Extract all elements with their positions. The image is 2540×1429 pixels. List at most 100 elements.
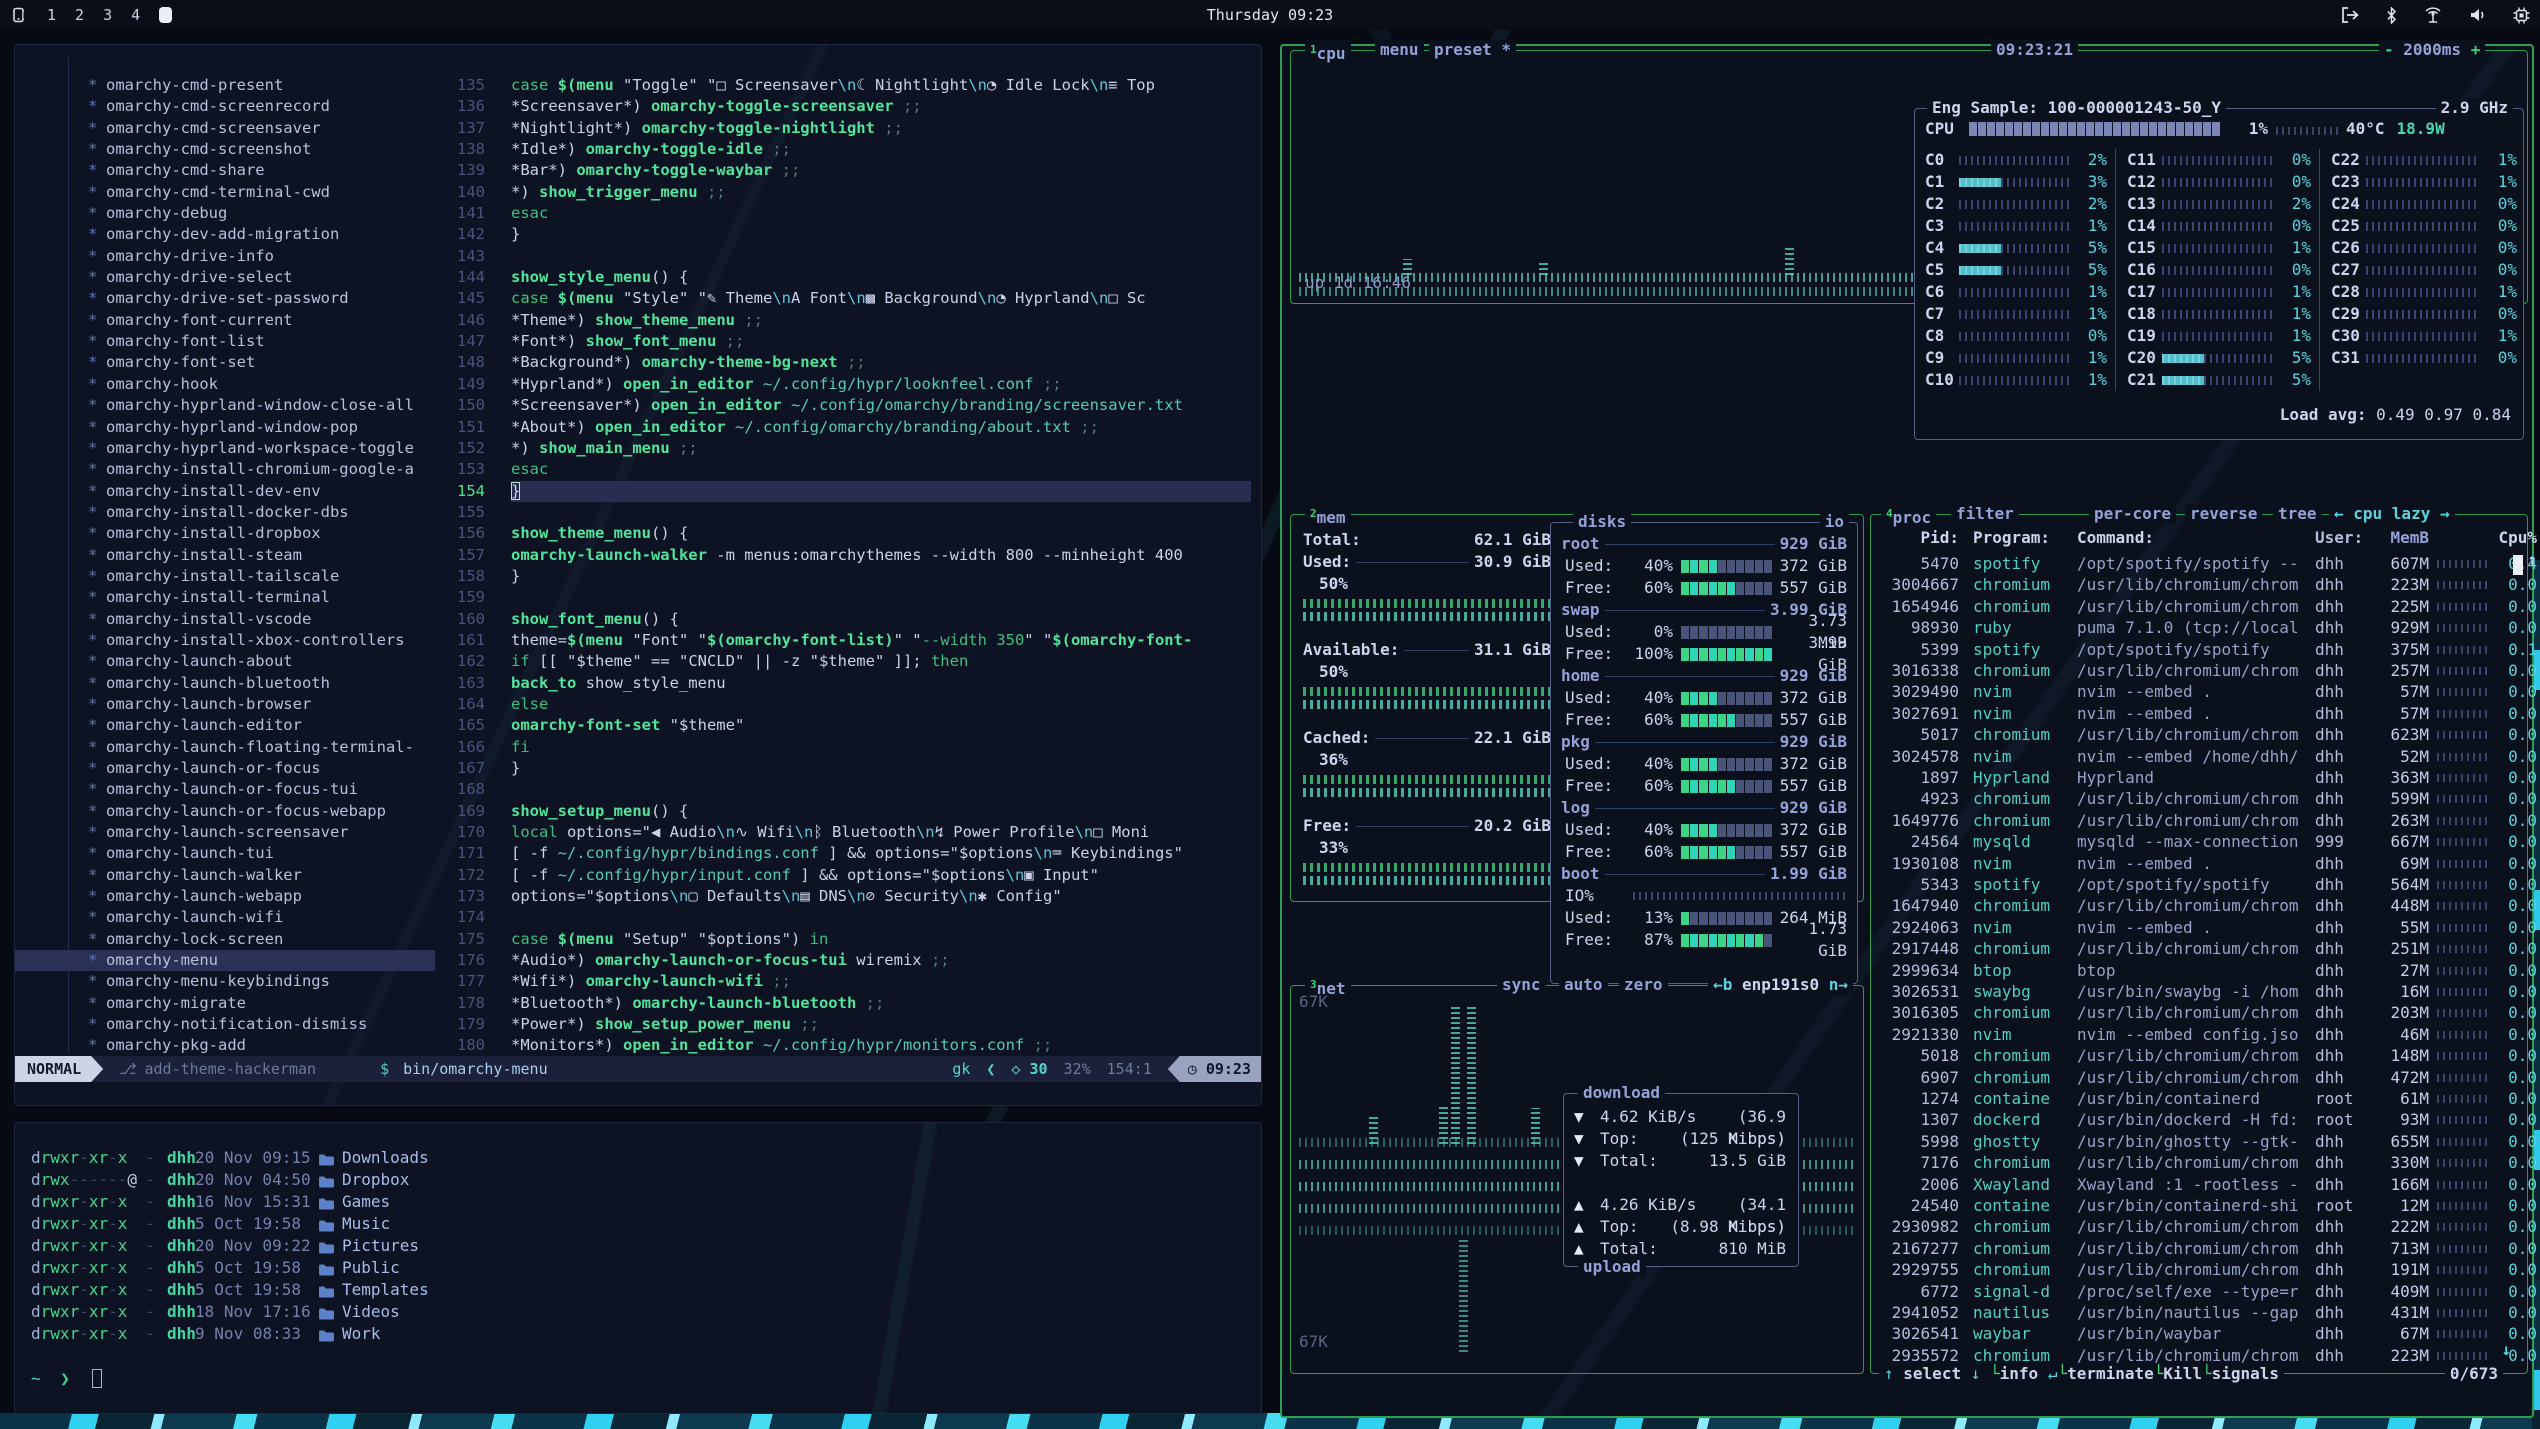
shell-prompt[interactable]: ~ ❯ [31, 1367, 102, 1391]
code-line[interactable]: 143 [443, 246, 1255, 267]
menu-button[interactable]: menu [1375, 40, 1424, 60]
folder-name[interactable]: Work [342, 1323, 381, 1345]
code-buffer[interactable]: 135 case $(menu "Toggle" "□ Screensaver\… [443, 75, 1255, 1057]
explorer-item[interactable]: *omarchy-launch-editor [15, 715, 435, 736]
git-branch[interactable]: ⎇add-theme-hackerman [119, 1060, 316, 1078]
process-row[interactable]: 3016338chromium/usr/lib/chromium/chromdh… [1879, 660, 2507, 681]
process-row[interactable]: 6772signal-d/proc/self/exe --type=rdhh40… [1879, 1281, 2507, 1302]
process-row[interactable]: 5998ghostty/usr/bin/ghostty --gtk-dhh655… [1879, 1131, 2507, 1152]
explorer-item[interactable]: *omarchy-launch-or-focus-tui [15, 779, 435, 800]
code-line[interactable]: 151 *About*) open_in_editor ~/.config/om… [443, 417, 1255, 438]
code-line[interactable]: 137 *Nightlight*) omarchy-toggle-nightli… [443, 118, 1255, 139]
terminal-window[interactable]: drwxr-xr-x-dhh20 Nov 09:15Downloadsdrwx-… [14, 1122, 1262, 1414]
proc-header[interactable]: Pid: Program: Command: User: MemB Cpu% ↑ [1879, 527, 2519, 549]
cpu-chip-icon[interactable] [2513, 7, 2530, 24]
explorer-item[interactable]: *omarchy-install-dev-env [15, 481, 435, 502]
explorer-item[interactable]: *omarchy-font-set [15, 352, 435, 373]
process-row[interactable]: 6907chromium/usr/lib/chromium/chromdhh47… [1879, 1067, 2507, 1088]
code-line[interactable]: 160show_font_menu() { [443, 609, 1255, 630]
process-row[interactable]: 2921330nvimnvim --embed config.jsodhh46M… [1879, 1024, 2507, 1045]
code-line[interactable]: 136 *Screensaver*) omarchy-toggle-screen… [443, 96, 1255, 117]
explorer-item[interactable]: *omarchy-launch-bluetooth [15, 673, 435, 694]
code-line[interactable]: 166 fi [443, 737, 1255, 758]
explorer-item[interactable]: *omarchy-hyprland-workspace-toggle [15, 438, 435, 459]
explorer-item[interactable]: *omarchy-install-tailscale [15, 566, 435, 587]
explorer-item[interactable]: *omarchy-install-xbox-controllers [15, 630, 435, 651]
code-line[interactable]: 177 *Wifi*) omarchy-launch-wifi ;; [443, 971, 1255, 992]
folder-name[interactable]: Downloads [342, 1147, 429, 1169]
disks-box-title[interactable]: disks [1573, 512, 1631, 532]
code-line[interactable]: 161 theme=$(menu "Font" "$(omarchy-font-… [443, 630, 1255, 651]
process-row[interactable]: 2006XwaylandXwayland :1 -rootless -dhh16… [1879, 1174, 2507, 1195]
process-row[interactable]: 1307dockerd/usr/bin/dockerd -H fd:root93… [1879, 1109, 2507, 1130]
explorer-item[interactable]: *omarchy-install-dropbox [15, 523, 435, 544]
process-row[interactable]: 2924063nvimnvim --embed .dhh55M0.0 [1879, 917, 2507, 938]
explorer-item[interactable]: *omarchy-install-vscode [15, 609, 435, 630]
code-line[interactable]: 173 options="$options\n▢ Defaults\n▤ DNS… [443, 886, 1255, 907]
process-row[interactable]: 24564mysqldmysqld --max-connection999667… [1879, 831, 2507, 852]
explorer-item[interactable]: *omarchy-menu-keybindings [15, 971, 435, 992]
explorer-item[interactable]: *omarchy-notification-dismiss [15, 1014, 435, 1035]
code-line[interactable]: 135 case $(menu "Toggle" "□ Screensaver\… [443, 75, 1255, 96]
explorer-item[interactable]: *omarchy-drive-info [15, 246, 435, 267]
explorer-item[interactable]: *omarchy-migrate [15, 993, 435, 1014]
code-line[interactable]: 168 [443, 779, 1255, 800]
cpu-box-title[interactable]: 1cpu [1305, 40, 1351, 60]
sync-button[interactable]: sync [1497, 975, 1546, 995]
explorer-item[interactable]: *omarchy-hook [15, 374, 435, 395]
process-row[interactable]: 2929755chromium/usr/lib/chromium/chromdh… [1879, 1259, 2507, 1280]
code-line[interactable]: 149 *Hyprland*) open_in_editor ~/.config… [443, 374, 1255, 395]
explorer-item[interactable]: *omarchy-cmd-screenshot [15, 139, 435, 160]
process-row[interactable]: 3027691nvimnvim --embed .dhh57M0.0 [1879, 703, 2507, 724]
code-line[interactable]: 148 *Background*) omarchy-theme-bg-next … [443, 352, 1255, 373]
code-line[interactable]: 154} [443, 481, 1255, 502]
folder-name[interactable]: Dropbox [342, 1169, 409, 1191]
code-line[interactable]: 150 *Screensaver*) open_in_editor ~/.con… [443, 395, 1255, 416]
process-row[interactable]: 1897HyprlandHyprlanddhh363M0.0 [1879, 767, 2507, 788]
mem-box-title[interactable]: 2mem [1305, 504, 1351, 524]
explorer-item[interactable]: *omarchy-hyprland-window-close-all [15, 395, 435, 416]
explorer-item[interactable]: *omarchy-launch-wifi [15, 907, 435, 928]
explorer-item[interactable]: *omarchy-launch-browser [15, 694, 435, 715]
process-row[interactable]: 5399spotify/opt/spotify/spotifydhh375M0.… [1879, 639, 2507, 660]
explorer-item[interactable]: *omarchy-launch-tui [15, 843, 435, 864]
explorer-item[interactable]: *omarchy-launch-webapp [15, 886, 435, 907]
logout-icon[interactable] [2341, 7, 2360, 23]
code-line[interactable]: 178 *Bluetooth*) omarchy-launch-bluetoot… [443, 993, 1255, 1014]
process-row[interactable]: 2917448chromium/usr/lib/chromium/chromdh… [1879, 938, 2507, 959]
process-row[interactable]: 1930108nvimnvim --embed .dhh69M0.0 [1879, 853, 2507, 874]
process-row[interactable]: 7176chromium/usr/lib/chromium/chromdhh33… [1879, 1152, 2507, 1173]
code-line[interactable]: 171 [ -f ~/.config/hypr/bindings.conf ] … [443, 843, 1255, 864]
code-line[interactable]: 179 *Power*) show_setup_power_menu ;; [443, 1014, 1255, 1035]
code-line[interactable]: 164 else [443, 694, 1255, 715]
explorer-item[interactable]: *omarchy-menu [15, 950, 435, 971]
process-row[interactable]: 3026541waybar/usr/bin/waybardhh67M0.0 [1879, 1323, 2507, 1344]
code-line[interactable]: 139 *Bar*) omarchy-toggle-waybar ;; [443, 160, 1255, 181]
explorer-item[interactable]: *omarchy-drive-set-password [15, 288, 435, 309]
explorer-item[interactable]: *omarchy-launch-about [15, 651, 435, 672]
explorer-item[interactable]: *omarchy-launch-or-focus-webapp [15, 801, 435, 822]
explorer-item[interactable]: *omarchy-install-steam [15, 545, 435, 566]
proc-scrollbar-thumb[interactable] [2513, 555, 2523, 575]
explorer-item[interactable]: *omarchy-font-list [15, 331, 435, 352]
proc-box-title[interactable]: 4proc [1881, 504, 1936, 524]
explorer-item[interactable]: *omarchy-dev-add-migration [15, 224, 435, 245]
explorer-item[interactable]: *omarchy-launch-walker [15, 865, 435, 886]
process-row[interactable]: 5018chromium/usr/lib/chromium/chromdhh14… [1879, 1045, 2507, 1066]
folder-name[interactable]: Videos [342, 1301, 400, 1323]
explorer-item[interactable]: *omarchy-launch-floating-terminal- [15, 737, 435, 758]
code-line[interactable]: 147 *Font*) show_font_menu ;; [443, 331, 1255, 352]
tree-button[interactable]: tree [2273, 504, 2322, 524]
auto-button[interactable]: auto [1559, 975, 1608, 995]
process-row[interactable]: 2935572chromium/usr/lib/chromium/chromdh… [1879, 1345, 2507, 1366]
folder-name[interactable]: Games [342, 1191, 390, 1213]
folder-name[interactable]: Templates [342, 1279, 429, 1301]
preset-button[interactable]: preset * [1429, 40, 1516, 60]
process-row[interactable]: 5470spotify/opt/spotify/spotify --dhh607… [1879, 553, 2507, 574]
folder-name[interactable]: Music [342, 1213, 390, 1235]
process-row[interactable]: 3016305chromium/usr/lib/chromium/chromdh… [1879, 1002, 2507, 1023]
code-line[interactable]: 153 esac [443, 459, 1255, 480]
process-row[interactable]: 24540containe/usr/bin/containerd-shiroot… [1879, 1195, 2507, 1216]
code-line[interactable]: 157 omarchy-launch-walker -m menus:omarc… [443, 545, 1255, 566]
process-row[interactable]: 1274containe/usr/bin/containerdroot61M0.… [1879, 1088, 2507, 1109]
